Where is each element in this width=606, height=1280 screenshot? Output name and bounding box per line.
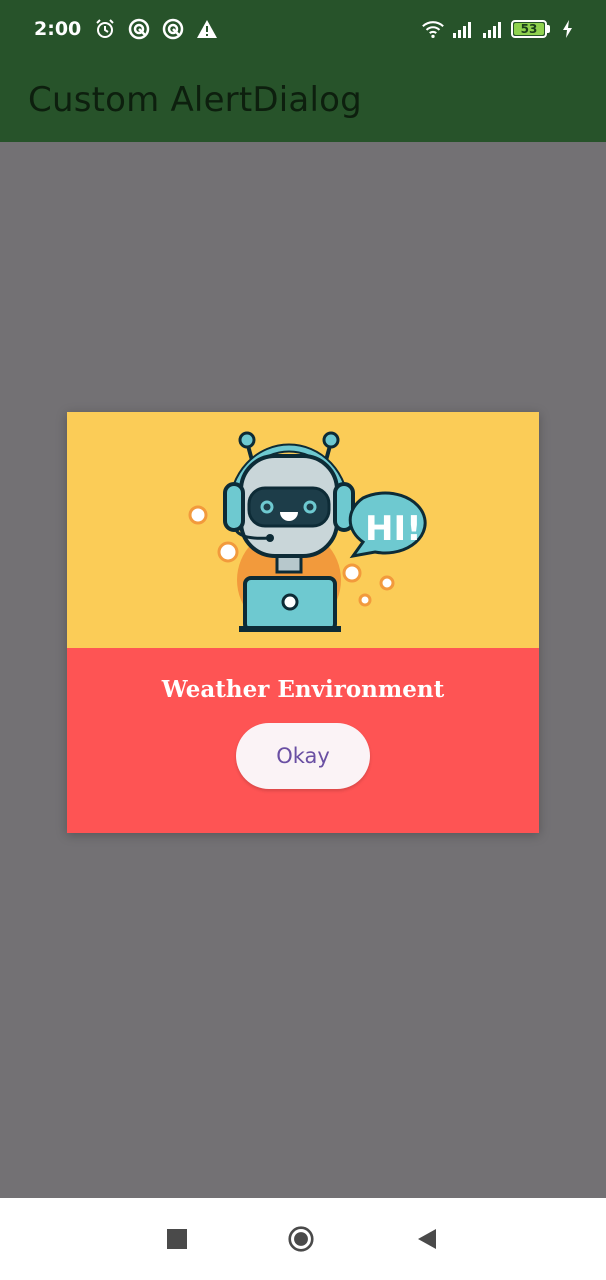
notification-icon: [127, 17, 151, 41]
navigation-bar: [0, 1198, 606, 1280]
app-bar: Custom AlertDialog: [0, 58, 606, 142]
notification-icon: [161, 17, 185, 41]
battery-icon: 53: [511, 20, 550, 38]
page-title: Custom AlertDialog: [28, 80, 362, 120]
status-time: 2:00: [34, 18, 82, 40]
circle-icon: [288, 1226, 314, 1252]
alert-dialog: HI! Weather Environment Okay: [67, 412, 539, 833]
home-button[interactable]: [288, 1226, 314, 1252]
wifi-icon: [421, 17, 445, 41]
status-left: 2:00: [34, 17, 219, 41]
dialog-title: Weather Environment: [161, 676, 445, 703]
warning-icon: [195, 17, 219, 41]
back-button[interactable]: [414, 1226, 440, 1252]
status-right: 53: [421, 17, 580, 41]
alarm-icon: [93, 17, 117, 41]
dialog-body: Weather Environment Okay: [67, 648, 539, 833]
signal-icon: [481, 17, 505, 41]
charging-icon: [556, 17, 580, 41]
okay-button[interactable]: Okay: [236, 723, 370, 789]
recent-apps-button[interactable]: [164, 1226, 190, 1252]
svg-text:HI!: HI!: [365, 509, 422, 549]
robot-hi-illustration: HI!: [188, 431, 427, 632]
status-bar: 2:00 53: [0, 0, 606, 58]
back-triangle-icon: [418, 1229, 436, 1249]
battery-level: 53: [514, 22, 544, 36]
signal-icon: [451, 17, 475, 41]
dialog-header-image: HI!: [67, 412, 539, 648]
square-icon: [167, 1229, 187, 1249]
